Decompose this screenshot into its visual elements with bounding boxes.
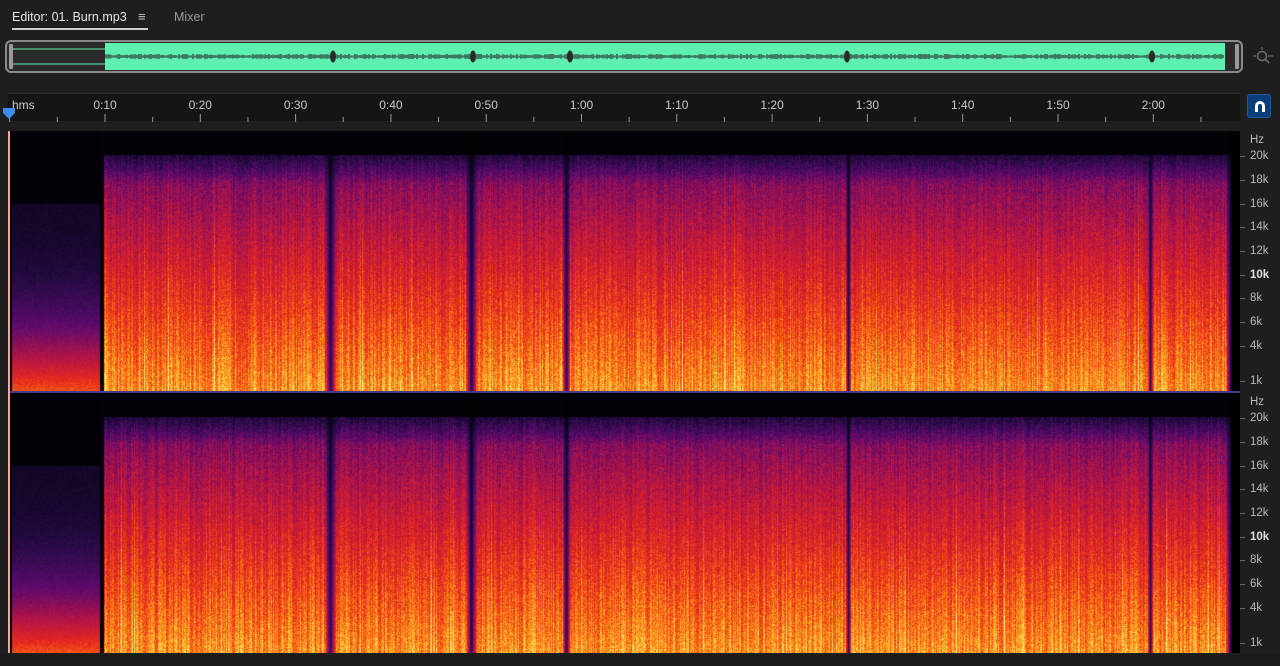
frequency-scale-right: Hz 20k 18k 16k 14k 12k 10k 8k 6k 4k 1k (1240, 393, 1280, 653)
hz-scale-tick (1240, 489, 1245, 490)
hz-scale-tick (1240, 442, 1245, 443)
hz-scale-label: 6k (1250, 578, 1262, 590)
overview-navigator[interactable] (5, 40, 1243, 73)
overview-waveform (7, 42, 1241, 71)
ruler-label: 0:50 (475, 98, 498, 112)
tab-mixer[interactable]: Mixer (174, 9, 205, 25)
ruler-label: 1:50 (1046, 98, 1069, 112)
panel-menu-icon[interactable]: ≡ (138, 9, 146, 24)
hz-scale-label: 8k (1250, 292, 1262, 304)
tab-editor[interactable]: Editor: 01. Burn.mp3 (12, 9, 127, 25)
hz-unit-label: Hz (1250, 134, 1264, 146)
zoom-navigator-icon[interactable] (1252, 46, 1274, 68)
tab-mixer-label: Mixer (174, 10, 205, 24)
hz-scale-tick (1240, 381, 1245, 382)
hz-scale-tick (1240, 608, 1245, 609)
hz-scale-tick (1240, 346, 1245, 347)
hz-scale-tick (1240, 560, 1245, 561)
active-tab-underline (12, 28, 148, 30)
spectrogram-canvas-right (10, 393, 1240, 653)
hz-scale-label: 14k (1250, 221, 1269, 233)
hz-scale-label: 4k (1250, 602, 1262, 614)
ruler-label: 1:30 (856, 98, 879, 112)
hz-scale-label: 10k (1250, 269, 1269, 281)
overview-range-handle (9, 44, 13, 69)
overview-section-dip (470, 51, 476, 63)
ruler-label: hms (12, 98, 35, 112)
hz-scale-tick (1240, 418, 1245, 419)
hz-scale-tick (1240, 204, 1245, 205)
hz-scale-label: 6k (1250, 316, 1262, 328)
ruler-label: 2:00 (1142, 98, 1165, 112)
hz-scale-label: 14k (1250, 483, 1269, 495)
hz-scale-tick (1240, 537, 1245, 538)
hz-scale-label: 16k (1250, 460, 1269, 472)
hz-scale-label: 12k (1250, 245, 1269, 257)
hz-scale-label: 20k (1250, 150, 1269, 162)
hz-scale-label: 4k (1250, 340, 1262, 352)
hz-scale-label: 1k (1250, 375, 1262, 387)
ruler-label: 0:40 (379, 98, 402, 112)
overview-section-dip (330, 51, 336, 63)
spectrogram-canvas-left (10, 131, 1240, 391)
hz-scale-tick (1240, 156, 1245, 157)
playhead-icon[interactable] (3, 107, 15, 119)
panel-resize-handle[interactable] (650, 123, 680, 128)
hz-scale-label: 1k (1250, 637, 1262, 649)
frequency-scale-left: Hz 20k 18k 16k 14k 12k 10k 8k 6k 4k 1k (1240, 131, 1280, 391)
tab-editor-label: Editor: 01. Burn.mp3 (12, 10, 127, 24)
spectrogram-channel-right[interactable] (10, 393, 1240, 653)
hz-scale-tick (1240, 643, 1245, 644)
overview-section-dip (567, 51, 573, 63)
hz-scale-label: 8k (1250, 554, 1262, 566)
hz-scale-tick (1240, 584, 1245, 585)
hz-scale-label: 12k (1250, 507, 1269, 519)
snap-magnet-icon[interactable] (1247, 94, 1271, 118)
hz-scale-tick (1240, 180, 1245, 181)
overview-range-handle (1235, 44, 1239, 69)
hz-scale-label: 20k (1250, 412, 1269, 424)
ruler-label: 1:00 (570, 98, 593, 112)
ruler-label: 1:10 (665, 98, 688, 112)
ruler-label: 1:40 (951, 98, 974, 112)
ruler-label: 0:30 (284, 98, 307, 112)
overview-section-dip (1149, 51, 1155, 63)
hz-scale-label: 18k (1250, 436, 1269, 448)
overview-section-dip (844, 51, 850, 63)
hz-scale-tick (1240, 275, 1245, 276)
spectrogram-channel-left[interactable] (10, 131, 1240, 391)
hz-scale-tick (1240, 322, 1245, 323)
hz-scale-tick (1240, 251, 1245, 252)
hz-scale-tick (1240, 227, 1245, 228)
ruler-label: 0:20 (189, 98, 212, 112)
hz-scale-label: 18k (1250, 174, 1269, 186)
ruler-label: 1:20 (760, 98, 783, 112)
hz-scale-label: 10k (1250, 531, 1269, 543)
hz-scale-tick (1240, 466, 1245, 467)
hz-scale-label: 16k (1250, 198, 1269, 210)
time-ruler[interactable]: hms 0:10 0:20 0:30 0:40 0:50 1:00 1:10 1:20 1:30 1… (8, 93, 1240, 121)
bottom-bar (0, 655, 1280, 666)
hz-scale-tick (1240, 513, 1245, 514)
panel-tab-bar: Editor: 01. Burn.mp3 ≡ Mixer (0, 0, 1280, 34)
ruler-label: 0:10 (93, 98, 116, 112)
hz-unit-label: Hz (1250, 396, 1264, 408)
hz-scale-tick (1240, 298, 1245, 299)
